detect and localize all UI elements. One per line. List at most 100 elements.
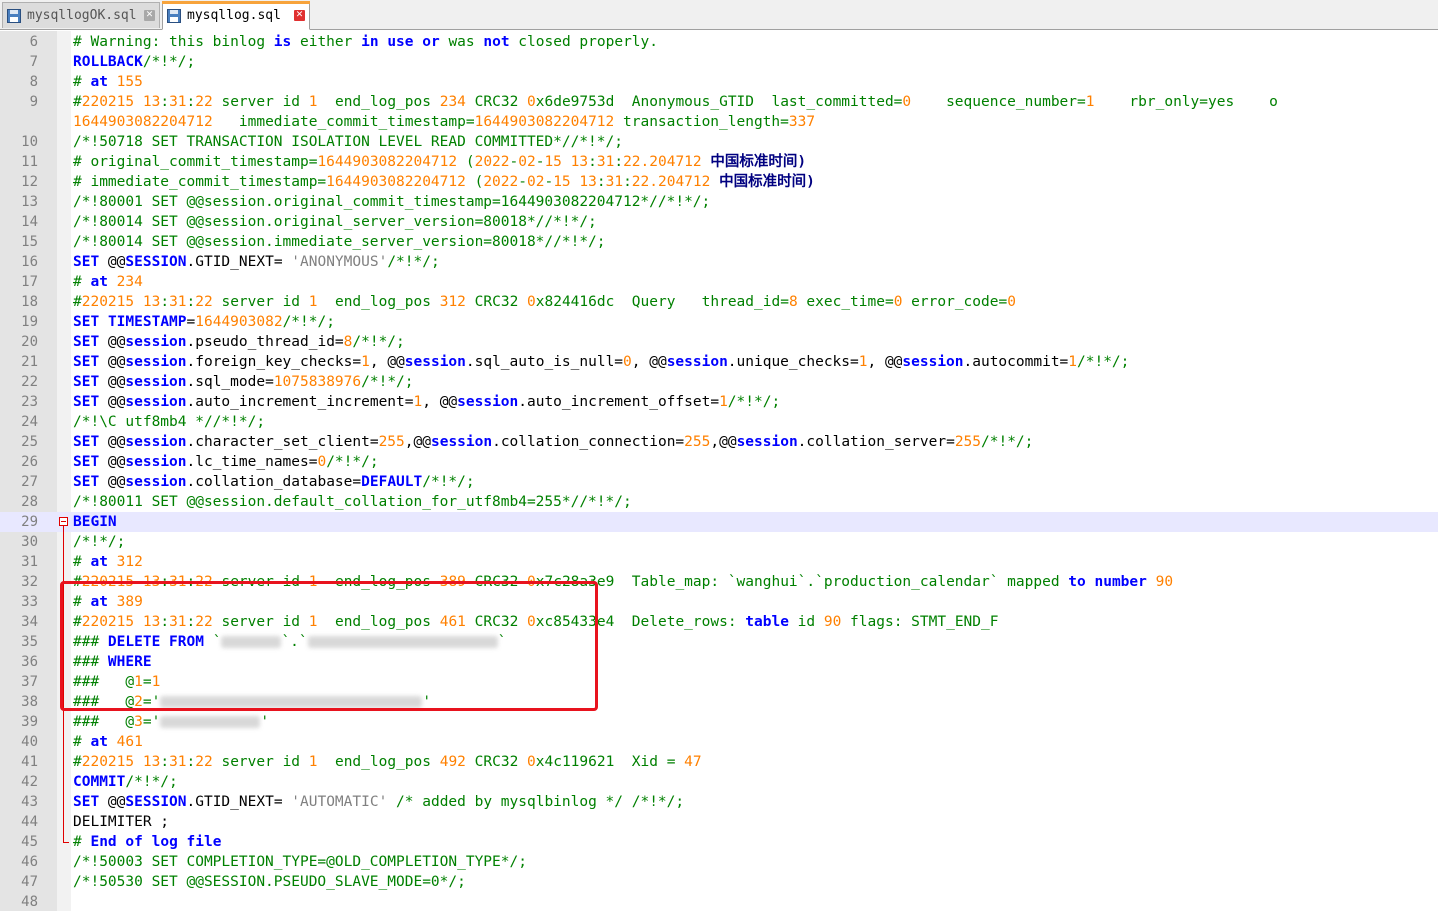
code-line[interactable]: 43 SET @@SESSION.GTID_NEXT= 'AUTOMATIC' /… <box>0 792 1438 812</box>
code-token: ### @ <box>73 694 135 710</box>
code-token: or <box>422 34 440 50</box>
line-number: 20 <box>21 334 38 350</box>
code-token: # <box>73 574 82 590</box>
code-token: 31 <box>596 154 615 170</box>
code-line[interactable]: 22 SET @@session.sql_mode=1075838976/*!*/… <box>0 372 1438 392</box>
code-line[interactable]: 15 /*!80014 SET @@session.immediate_serve… <box>0 232 1438 252</box>
code-line[interactable]: 32 #220215 13:31:22 server id 1 end_log_p… <box>0 572 1438 592</box>
code-token: 1 <box>308 754 318 770</box>
code-line[interactable]: 39 ### @3=' ' <box>0 712 1438 732</box>
code-token: immediate_commit_timestamp= <box>212 114 475 130</box>
code-token: at <box>90 554 108 570</box>
code-line[interactable]: 23 SET @@session.auto_increment_increment… <box>0 392 1438 412</box>
line-number: 30 <box>21 534 38 550</box>
code-token: .auto_increment_offset= <box>518 394 720 410</box>
code-token: at <box>90 274 108 290</box>
code-token: 234 <box>116 274 143 290</box>
code-token: ### @ <box>73 714 135 730</box>
code-line[interactable]: 31 # at 312 <box>0 552 1438 572</box>
code-text: # at 389 <box>73 592 143 612</box>
code-line[interactable]: 44 DELIMITER ; <box>0 812 1438 832</box>
code-line[interactable]: 33 # at 389 <box>0 592 1438 612</box>
code-line[interactable]: 13 /*!80001 SET @@session.original_commit… <box>0 192 1438 212</box>
code-token: TIMESTAMP <box>107 314 187 330</box>
code-line[interactable]: 7 ROLLBACK/*!*/; <box>0 52 1438 72</box>
line-number: 8 <box>29 74 38 90</box>
code-line[interactable]: 29 BEGIN <box>0 512 1438 532</box>
code-line[interactable]: 28 /*!80011 SET @@session.default_collati… <box>0 492 1438 512</box>
tab-mysqllogok-sql[interactable]: mysqllogOK.sql ✕ <box>2 2 160 28</box>
code-text: SET @@session.character_set_client=255,@… <box>73 432 1033 452</box>
code-line[interactable]: 37 ### @1=1 <box>0 672 1438 692</box>
code-line[interactable]: 20 SET @@session.pseudo_thread_id=8/*!*/; <box>0 332 1438 352</box>
code-text: # immediate_commit_timestamp=16449030822… <box>73 172 815 192</box>
code-line[interactable]: 16 SET @@SESSION.GTID_NEXT= 'ANONYMOUS'/*… <box>0 252 1438 272</box>
code-line[interactable]: 11 # original_commit_timestamp=1644903082… <box>0 152 1438 172</box>
close-tab-icon[interactable]: ✕ <box>144 10 155 21</box>
code-token: 2022 <box>483 174 519 190</box>
code-line[interactable]: 47 /*!50530 SET @@SESSION.PSEUDO_SLAVE_MO… <box>0 872 1438 892</box>
code-token: # <box>73 754 82 770</box>
code-line[interactable]: 21 SET @@session.foreign_key_checks=1, @@… <box>0 352 1438 372</box>
code-token: /*!80014 SET @@session.immediate_server_… <box>73 234 606 250</box>
code-line[interactable]: 6 # Warning: this binlog is either in use… <box>0 32 1438 52</box>
code-line[interactable]: 27 SET @@session.collation_database=DEFAU… <box>0 472 1438 492</box>
code-line[interactable]: 9 #220215 13:31:22 server id 1 end_log_po… <box>0 92 1438 112</box>
tab-mysqllog-sql[interactable]: mysqllog.sql ✕ <box>162 1 310 30</box>
code-token: rbr_only=yes o <box>1094 94 1278 110</box>
code-line[interactable]: 45 # End of log file <box>0 832 1438 852</box>
code-line[interactable]: 18 #220215 13:31:22 server id 1 end_log_p… <box>0 292 1438 312</box>
code-token: 1 <box>134 674 143 690</box>
code-token: SET <box>73 374 100 390</box>
close-tab-icon[interactable]: ✕ <box>294 10 305 21</box>
code-token: @@ <box>99 394 126 410</box>
code-token: session <box>666 354 728 370</box>
code-token: 90 <box>1155 574 1174 590</box>
code-token: : <box>186 754 196 770</box>
code-line[interactable]: 10 /*!50718 SET TRANSACTION ISOLATION LEV… <box>0 132 1438 152</box>
code-line[interactable]: 41 #220215 13:31:22 server id 1 end_log_p… <box>0 752 1438 772</box>
code-line[interactable]: 46 /*!50003 SET COMPLETION_TYPE=@OLD_COMP… <box>0 852 1438 872</box>
code-line[interactable]: 19 SET TIMESTAMP=1644903082/*!*/; <box>0 312 1438 332</box>
code-line[interactable]: 40 # at 461 <box>0 732 1438 752</box>
code-token: 1075838976 <box>273 374 362 390</box>
code-token: 8 <box>788 294 798 310</box>
code-token: ,@@ <box>710 434 737 450</box>
code-line[interactable]: 35 ### DELETE FROM ` `.` ` <box>0 632 1438 652</box>
code-line[interactable]: 36 ### WHERE <box>0 652 1438 672</box>
code-line[interactable]: 14 /*!80014 SET @@session.original_server… <box>0 212 1438 232</box>
code-token: 13 <box>142 294 161 310</box>
code-token: 0 <box>1007 294 1016 310</box>
code-line[interactable]: 30 /*!*/; <box>0 532 1438 552</box>
code-token: /*!\C utf8mb4 *//*!*/; <box>73 414 266 430</box>
code-line[interactable]: 8 # at 155 <box>0 72 1438 92</box>
line-number: 11 <box>21 154 38 170</box>
code-line[interactable]: 25 SET @@session.character_set_client=255… <box>0 432 1438 452</box>
code-text: # at 312 <box>73 552 143 572</box>
code-line[interactable]: 38 ### @2=' ' <box>0 692 1438 712</box>
code-line[interactable]: 26 SET @@session.lc_time_names=0/*!*/; <box>0 452 1438 472</box>
code-line[interactable]: 42 COMMIT/*!*/; <box>0 772 1438 792</box>
code-editor[interactable]: 6 # Warning: this binlog is either in use… <box>0 31 1438 911</box>
code-token: CRC32 <box>465 574 528 590</box>
fold-collapse-icon[interactable] <box>59 517 68 526</box>
code-line[interactable]: 1644903082204712 immediate_commit_timest… <box>0 112 1438 132</box>
code-token: : <box>588 154 597 170</box>
code-text: BEGIN <box>73 512 117 532</box>
line-number: 13 <box>21 194 38 210</box>
code-text: DELIMITER ; <box>73 812 169 832</box>
code-token: session <box>736 434 798 450</box>
code-line[interactable]: 34 #220215 13:31:22 server id 1 end_log_p… <box>0 612 1438 632</box>
code-line[interactable]: 17 # at 234 <box>0 272 1438 292</box>
code-line[interactable]: 12 # immediate_commit_timestamp=164490308… <box>0 172 1438 192</box>
save-disk-icon <box>167 8 181 23</box>
code-token: /*!*/; <box>981 434 1034 450</box>
code-token: /*!*/; <box>387 254 440 270</box>
line-number: 6 <box>29 34 38 50</box>
code-line[interactable]: 48 <box>0 892 1438 912</box>
code-token: session <box>125 474 187 490</box>
code-line[interactable]: 24 /*!\C utf8mb4 *//*!*/; <box>0 412 1438 432</box>
